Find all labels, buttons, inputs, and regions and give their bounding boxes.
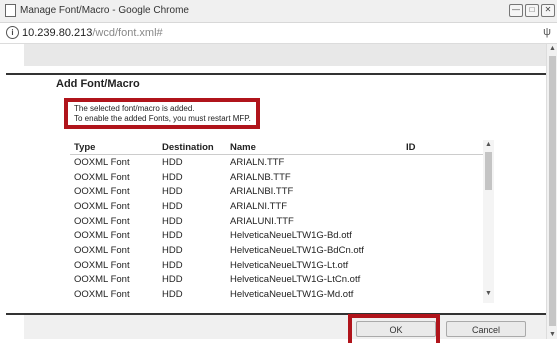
cell-name: ARIALUNI.TTF — [230, 215, 294, 227]
column-header-name: Name — [226, 140, 402, 155]
cell-id — [402, 170, 490, 185]
dialog-title: Add Font/Macro — [56, 78, 140, 90]
maximize-button[interactable]: □ — [525, 4, 539, 17]
table-scroll-thumb[interactable] — [485, 152, 492, 190]
cell-type: OOXML Font — [74, 171, 130, 183]
cell-type: OOXML Font — [74, 274, 130, 286]
cell-name: HelveticaNeueLTW1G-BdCn.otf — [230, 244, 364, 256]
column-header-type: Type — [70, 140, 158, 155]
page-icon — [5, 4, 16, 17]
cell-destination: HDD — [162, 230, 183, 242]
cell-destination: HDD — [162, 274, 183, 286]
cell-destination: HDD — [162, 200, 183, 212]
table-header-row: Type Destination Name ID — [70, 140, 490, 155]
scroll-down-icon[interactable]: ▼ — [483, 289, 494, 299]
cell-destination: HDD — [162, 171, 183, 183]
message-line-1: The selected font/macro is added. — [74, 104, 195, 113]
cell-id — [402, 258, 490, 273]
column-header-destination: Destination — [158, 140, 226, 155]
minimize-button[interactable]: — — [509, 4, 523, 17]
cell-id — [402, 228, 490, 243]
cell-id — [402, 184, 490, 199]
cell-name: ARIALNBI.TTF — [230, 186, 294, 198]
page-scroll-up-icon[interactable]: ▲ — [547, 45, 557, 52]
window-title: Manage Font/Macro - Google Chrome — [20, 5, 189, 16]
cell-id — [402, 243, 490, 258]
cell-id — [402, 155, 490, 170]
cell-name: ARIALNB.TTF — [230, 171, 291, 183]
page-scrollbar[interactable]: ▲ ▼ — [546, 44, 557, 339]
url-host: 10.239.80.213 — [22, 27, 93, 39]
cell-name: HelveticaNeueLTW1G-Md.otf — [230, 289, 354, 301]
cell-destination: HDD — [162, 156, 183, 168]
info-icon[interactable]: i — [6, 26, 19, 39]
table-row: OOXML Font HDD ARIALNI.TTF — [70, 199, 490, 214]
table-row: OOXML Font HDD HelveticaNeueLTW1G-Md.otf — [70, 287, 490, 302]
table-row: OOXML Font HDD ARIALUNI.TTF — [70, 214, 490, 229]
cell-name: ARIALN.TTF — [230, 156, 285, 168]
cell-id — [402, 287, 490, 302]
address-bar[interactable]: i 10.239.80.213/wcd/font.xml# ψ — [0, 23, 557, 44]
cell-destination: HDD — [162, 259, 183, 271]
cell-type: OOXML Font — [74, 215, 130, 227]
table-row: OOXML Font HDD ARIALN.TTF — [70, 155, 490, 170]
table-scrollbar[interactable]: ▲ ▼ — [483, 140, 494, 303]
message-line-2: To enable the added Fonts, you must rest… — [74, 114, 251, 123]
cell-type: OOXML Font — [74, 200, 130, 212]
cell-id — [402, 273, 490, 288]
table-row: OOXML Font HDD ARIALNBI.TTF — [70, 184, 490, 199]
cell-name: HelveticaNeueLTW1G-Lt.otf — [230, 259, 349, 271]
page-scroll-down-icon[interactable]: ▼ — [547, 331, 557, 338]
cell-destination: HDD — [162, 244, 183, 256]
extension-icon[interactable]: ψ — [543, 26, 551, 38]
top-strip — [24, 44, 546, 66]
cell-name: HelveticaNeueLTW1G-LtCn.otf — [230, 274, 361, 286]
url-text[interactable]: 10.239.80.213/wcd/font.xml# — [22, 27, 163, 39]
cell-type: OOXML Font — [74, 230, 130, 242]
column-header-id: ID — [402, 140, 490, 155]
cell-type: OOXML Font — [74, 244, 130, 256]
table-row: OOXML Font HDD ARIALNB.TTF — [70, 170, 490, 185]
table-row: OOXML Font HDD HelveticaNeueLTW1G-Lt.otf — [70, 258, 490, 273]
cancel-button[interactable]: Cancel — [446, 321, 526, 337]
cell-id — [402, 199, 490, 214]
cell-destination: HDD — [162, 186, 183, 198]
cell-type: OOXML Font — [74, 186, 130, 198]
browser-title-bar: Manage Font/Macro - Google Chrome — □ ✕ — [0, 0, 557, 23]
top-divider — [6, 73, 546, 75]
cell-destination: HDD — [162, 215, 183, 227]
table-row: OOXML Font HDD HelveticaNeueLTW1G-Bd.otf — [70, 228, 490, 243]
table-row: OOXML Font HDD HelveticaNeueLTW1G-BdCn.otf — [70, 243, 490, 258]
cell-name: HelveticaNeueLTW1G-Bd.otf — [230, 230, 352, 242]
cell-name: ARIALNI.TTF — [230, 200, 288, 212]
page-scroll-thumb[interactable] — [549, 56, 556, 326]
scroll-up-icon[interactable]: ▲ — [483, 140, 494, 150]
close-button[interactable]: ✕ — [541, 4, 555, 17]
cell-id — [402, 214, 490, 229]
cell-type: OOXML Font — [74, 156, 130, 168]
added-message-box: The selected font/macro is added. To ena… — [64, 98, 260, 129]
font-table-container: Type Destination Name ID OOXML Font HDD AR… — [70, 140, 496, 303]
url-path: /wcd/font.xml# — [92, 27, 163, 39]
cell-type: OOXML Font — [74, 259, 130, 271]
cell-destination: HDD — [162, 289, 183, 301]
font-table: Type Destination Name ID OOXML Font HDD AR… — [70, 140, 490, 302]
cell-type: OOXML Font — [74, 289, 130, 301]
table-row: OOXML Font HDD HelveticaNeueLTW1G-LtCn.otf — [70, 273, 490, 288]
